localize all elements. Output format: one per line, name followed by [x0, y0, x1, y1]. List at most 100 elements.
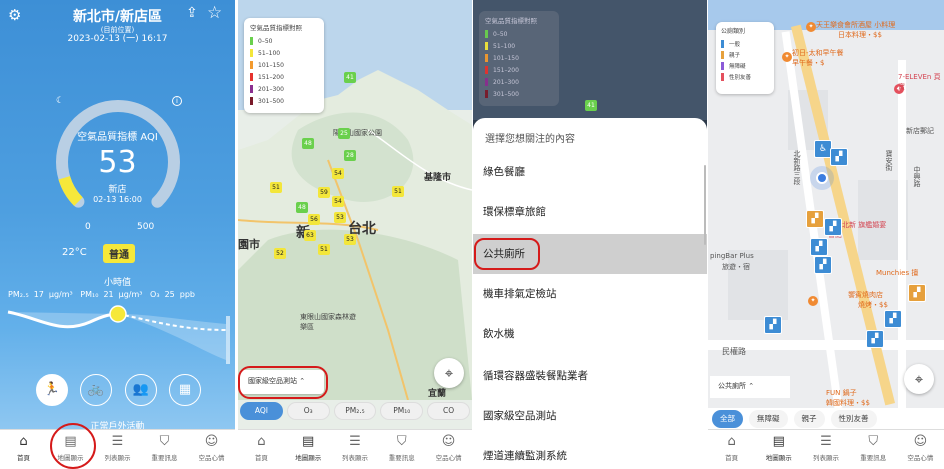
home-icon: ⌂ — [19, 434, 28, 449]
hourly-trend-curve[interactable] — [0, 300, 235, 370]
poi-label: 饗賓燒肉店 — [848, 291, 883, 299]
alert-shield-icon: ⛉ — [868, 434, 879, 449]
locate-me-icon[interactable]: ⌖ — [904, 364, 934, 394]
chip-family[interactable]: 親子 — [793, 410, 825, 428]
pm25-name: PM₂.₅ — [8, 290, 29, 299]
running-icon[interactable]: 🏃 — [36, 374, 68, 406]
chip-accessible[interactable]: 無障礙 — [749, 410, 788, 428]
window-icon[interactable]: ▦ — [169, 374, 201, 406]
station-marker[interactable]: 48 — [296, 202, 308, 213]
poi-sub: 早午餐・$ — [792, 59, 825, 67]
tab-map[interactable]: ▤ 地圖顯示 — [755, 430, 802, 469]
chip-gender-friendly[interactable]: 性別友善 — [830, 410, 877, 428]
station-marker[interactable]: 52 — [274, 248, 286, 259]
restaurant-pin-icon[interactable]: ✦ — [808, 296, 818, 306]
chip-pm25[interactable]: PM₂.₅ — [333, 402, 377, 420]
option-green-restaurant[interactable]: 綠色餐廳 — [473, 152, 707, 192]
tab-mood[interactable]: ☺ 空品心情 — [188, 430, 235, 469]
toilet-marker-icon[interactable]: ▞ — [884, 310, 902, 328]
legend-label: 無障礙 — [729, 63, 746, 70]
toilet-marker-icon[interactable]: ▞ — [866, 330, 884, 348]
toilet-filter-chips: 全部 無障礙 親子 性別友善 — [708, 408, 944, 430]
tab-label: 列表顯示 — [341, 454, 368, 462]
tab-alerts[interactable]: ⛉ 重要訊息 — [378, 430, 425, 469]
legend-range: 101–150 — [258, 61, 284, 69]
station-marker[interactable]: 63 — [304, 230, 316, 241]
city-left-label: 園市 — [238, 238, 260, 251]
people-icon[interactable]: 👥 — [125, 374, 157, 406]
station-name: 新店 — [108, 185, 127, 195]
restaurant-pin-icon[interactable]: ✦ — [806, 22, 816, 32]
chip-pm10[interactable]: PM₁₀ — [380, 402, 424, 420]
tab-home[interactable]: ⌂ 首頁 — [708, 430, 755, 469]
station-marker[interactable]: 54 — [332, 168, 344, 179]
list-icon: ☰ — [820, 434, 832, 449]
tab-alerts[interactable]: ⛉ 重要訊息 — [850, 430, 897, 469]
legend-row: 0–50 — [250, 35, 318, 47]
station-marker[interactable]: 56 — [308, 214, 320, 225]
chip-all[interactable]: 全部 — [712, 410, 743, 428]
toilet-marker-icon[interactable]: ▞ — [814, 256, 832, 274]
tab-mood[interactable]: ☺ 空品心情 — [897, 430, 944, 469]
poi-label: pingBar Plus — [710, 252, 754, 260]
option-air-station[interactable]: 國家級空品測站 — [473, 396, 707, 436]
star-icon[interactable]: ☆ — [207, 3, 222, 23]
locate-me-icon[interactable]: ⌖ — [434, 358, 464, 388]
category-dropdown[interactable]: 公共廁所 ⌃ — [710, 376, 790, 398]
station-marker[interactable]: 51 — [392, 186, 404, 197]
tab-label: 首頁 — [254, 454, 268, 462]
station-marker[interactable]: 59 — [318, 187, 330, 198]
bottom-tab-bar: ⌂ 首頁 ▤ 地圖顯示 ☰ 列表顯示 ⛉ 重要訊息 ☺ 空品心情 — [0, 429, 235, 469]
tab-label: 空品心情 — [907, 454, 934, 462]
legend-label: 性別友善 — [729, 74, 752, 81]
tab-list[interactable]: ☰ 列表顯示 — [332, 430, 379, 469]
tab-list[interactable]: ☰ 列表顯示 — [802, 430, 849, 469]
tab-mood[interactable]: ☺ 空品心情 — [425, 430, 472, 469]
option-eco-hotel[interactable]: 環保標章旅館 — [473, 192, 707, 232]
station-marker[interactable]: 25 — [338, 128, 350, 139]
tab-map[interactable]: ▤ 地圖顯示 — [285, 430, 332, 469]
restaurant-pin-icon[interactable]: ✦ — [782, 52, 792, 62]
highlight-circle — [50, 423, 96, 469]
toilet-marker-icon[interactable]: ▞ — [806, 210, 824, 228]
aqi-value: 53 — [98, 145, 137, 180]
tab-list[interactable]: ☰ 列表顯示 — [94, 430, 141, 469]
toilet-marker-icon[interactable]: ▞ — [810, 238, 828, 256]
chip-co[interactable]: CO — [427, 402, 470, 420]
legend-swatch — [250, 85, 253, 93]
option-stack-monitoring[interactable]: 煙道連續監測系統 — [473, 436, 707, 469]
option-scooter-inspection[interactable]: 機車排氣定檢站 — [473, 274, 707, 314]
station-marker[interactable]: 28 — [344, 150, 356, 161]
tab-home[interactable]: ⌂ 首頁 — [238, 430, 285, 469]
option-water-fountain[interactable]: 飲水機 — [473, 314, 707, 354]
station-marker[interactable]: 54 — [332, 196, 344, 207]
pm10-unit: μg/m³ — [118, 290, 143, 299]
station-marker[interactable]: 51 — [318, 244, 330, 255]
bicycle-icon[interactable]: 🚲 — [80, 374, 112, 406]
option-reusable-container[interactable]: 循環容器盛裝餐點業者 — [473, 356, 707, 396]
chip-o3[interactable]: O₃ — [286, 402, 330, 420]
legend-swatch — [250, 61, 253, 69]
current-hour-marker[interactable] — [109, 305, 127, 323]
legend-range: 151–200 — [493, 66, 519, 74]
poi-label: FUN 鍋子 — [826, 389, 857, 397]
station-marker[interactable]: 41 — [344, 72, 356, 83]
station-marker[interactable]: 48 — [302, 138, 314, 149]
sheet-scrollbar[interactable] — [704, 165, 706, 245]
share-icon[interactable]: ⇪ — [186, 5, 198, 21]
toilet-marker-icon[interactable]: ▞ — [764, 316, 782, 334]
info-icon[interactable]: i — [172, 96, 182, 106]
station-marker[interactable]: 53 — [344, 234, 356, 245]
tab-alerts[interactable]: ⛉ 重要訊息 — [141, 430, 188, 469]
station-marker[interactable]: 53 — [334, 212, 346, 223]
legend-swatch — [721, 61, 724, 70]
legend-row: 性別友善 — [721, 71, 769, 82]
toilet-marker-icon[interactable]: ▞ — [824, 218, 842, 236]
tab-home[interactable]: ⌂ 首頁 — [0, 430, 47, 469]
station-marker[interactable]: 51 — [270, 182, 282, 193]
smile-icon: ☺ — [441, 434, 456, 449]
toilet-marker-icon[interactable]: ▞ — [830, 148, 848, 166]
hourly-label: 小時值 — [103, 278, 131, 288]
chip-aqi[interactable]: AQI — [240, 402, 283, 420]
toilet-marker-icon[interactable]: ▞ — [908, 284, 926, 302]
